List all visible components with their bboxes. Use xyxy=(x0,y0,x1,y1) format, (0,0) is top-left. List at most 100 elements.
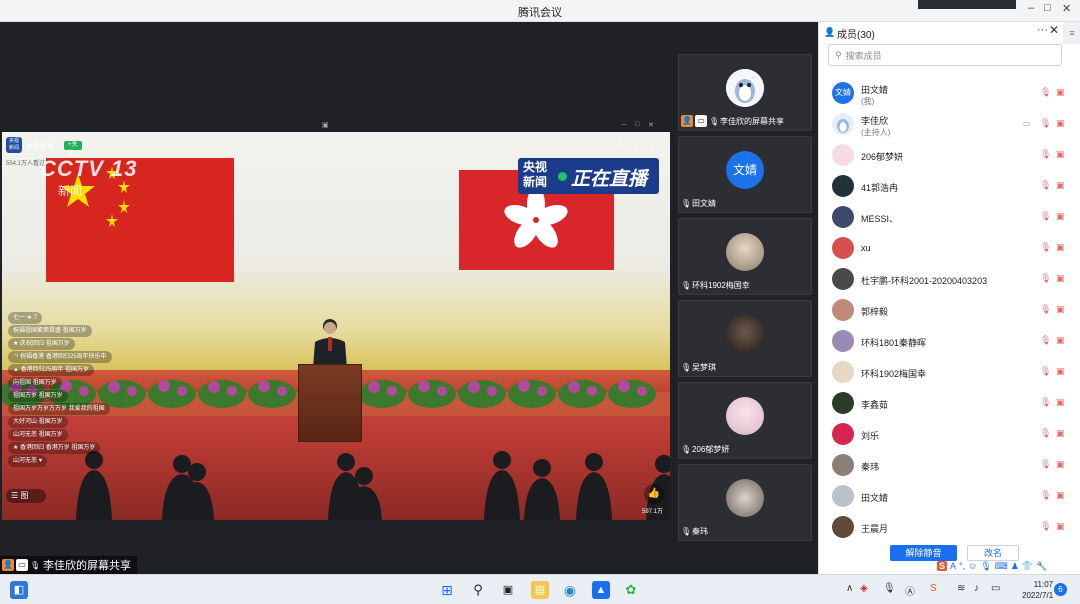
fullscreen-icon[interactable]: ⛶ xyxy=(652,140,658,151)
volume-icon[interactable]: ♪ xyxy=(974,583,979,594)
player-close-icon[interactable]: ✕ xyxy=(648,121,654,129)
camera-off-icon[interactable]: ▣ xyxy=(1056,459,1065,470)
member-row[interactable]: 环科1902梅国幸 🎙 ▣ xyxy=(819,357,1080,387)
player-max-icon[interactable]: □ xyxy=(635,121,639,128)
participant-tile[interactable]: 🎙 秦玮 xyxy=(678,464,812,541)
camera-off-icon[interactable]: ▣ xyxy=(1056,273,1065,284)
participant-tile[interactable]: 🎙 环科1902梅国幸 xyxy=(678,218,812,295)
close-button[interactable]: ✕ xyxy=(1062,2,1071,15)
comment-list-button[interactable]: ☰ 图 xyxy=(6,489,46,503)
camera-off-icon[interactable]: ▣ xyxy=(1056,87,1065,98)
mic-muted-icon[interactable]: 🎙 xyxy=(1040,521,1051,532)
taskview-icon[interactable]: ▣ xyxy=(499,581,517,599)
more-options-button[interactable]: ··· xyxy=(1037,24,1048,36)
member-search-input[interactable]: ⚲ 搜索成员 xyxy=(828,44,1062,66)
mic-muted-icon[interactable]: 🎙 xyxy=(1040,397,1051,408)
volume-icon[interactable]: ♪ xyxy=(634,140,639,150)
maximize-button[interactable]: □ xyxy=(1044,2,1051,14)
member-row[interactable]: 206郁梦妍 🎙 ▣ xyxy=(819,140,1080,170)
mic-muted-icon[interactable]: 🎙 xyxy=(1040,242,1051,253)
battery-icon[interactable]: ▭ xyxy=(991,583,1000,594)
mic-muted-icon[interactable]: 🎙 xyxy=(1040,335,1051,346)
camera-off-icon[interactable]: ▣ xyxy=(1056,428,1065,439)
tray-sogou-icon[interactable]: S xyxy=(930,583,937,594)
minimize-button[interactable]: – xyxy=(1028,2,1034,14)
member-row[interactable]: 郭梓毅 🎙 ▣ xyxy=(819,295,1080,325)
ime-mode-icon[interactable]: A xyxy=(950,561,956,571)
floating-toolbar[interactable] xyxy=(918,0,1016,9)
ime-tools-icon[interactable]: 🔧 xyxy=(1036,561,1047,572)
tray-antivirus-icon[interactable]: ◈ xyxy=(860,583,868,594)
mic-muted-icon[interactable]: 🎙 xyxy=(1040,149,1051,160)
mic-muted-icon[interactable]: 🎙 xyxy=(1040,87,1051,98)
participant-tile[interactable]: 文婧 🎙 田文婧 xyxy=(678,136,812,213)
ime-user-icon[interactable]: ♟ xyxy=(1011,561,1019,572)
notification-badge[interactable]: 6 xyxy=(1054,583,1067,596)
member-row[interactable]: 秦玮 🎙 ▣ xyxy=(819,450,1080,480)
mic-muted-icon[interactable]: 🎙 xyxy=(1040,459,1051,470)
close-panel-button[interactable]: ✕ xyxy=(1049,23,1059,37)
ime-emoji-icon[interactable]: ☺ xyxy=(968,561,977,571)
member-row[interactable]: xu 🎙 ▣ xyxy=(819,233,1080,263)
edge-browser-icon[interactable]: ◉ xyxy=(561,581,579,599)
ime-toolbar[interactable]: S A °, ☺ 🎙 ⌨ ♟ 👕 🔧 xyxy=(937,559,1047,573)
tray-mic-icon[interactable]: 🎙 xyxy=(883,583,896,594)
member-row[interactable]: 田文婧 🎙 ▣ xyxy=(819,481,1080,511)
file-explorer-icon[interactable]: ▤ xyxy=(531,581,549,599)
member-row[interactable]: 李鑫茹 🎙 ▣ xyxy=(819,388,1080,418)
ime-skin-icon[interactable]: 👕 xyxy=(1022,561,1033,572)
clock-time: 11:07 xyxy=(1033,580,1054,589)
ime-punct-icon[interactable]: °, xyxy=(959,561,965,571)
mic-muted-icon[interactable]: 🎙 xyxy=(1040,118,1051,129)
member-row[interactable]: 文婧 田文婧 (我) 🎙 ▣ xyxy=(819,78,1080,108)
search-icon[interactable]: ⚲ xyxy=(469,581,487,599)
camera-off-icon[interactable]: ▣ xyxy=(1056,335,1065,346)
member-row[interactable]: MESSI、 🎙 ▣ xyxy=(819,202,1080,232)
member-row[interactable]: 环科1801秦静晖 🎙 ▣ xyxy=(819,326,1080,356)
sogou-ime-icon[interactable]: S xyxy=(937,561,948,571)
member-row[interactable]: 王晨月 🎙 ▣ xyxy=(819,512,1080,542)
wifi-icon[interactable]: ≋ xyxy=(957,583,965,594)
tray-ime-icon[interactable]: Ⓐ xyxy=(905,583,915,598)
camera-off-icon[interactable]: ▣ xyxy=(1056,521,1065,532)
ime-keyboard-icon[interactable]: ⌨ xyxy=(995,561,1008,572)
participant-tile[interactable]: 👤 ▭ 🎙 李佳欣的屏幕共享 xyxy=(678,54,812,131)
camera-off-icon[interactable]: ▣ xyxy=(1056,242,1065,253)
mic-muted-icon[interactable]: 🎙 xyxy=(1040,366,1051,377)
members-icon: 👤 xyxy=(824,27,836,37)
follow-button[interactable]: +关注 xyxy=(64,141,82,157)
taskbar: ◧ ⊞ ⚲ ▣ ▤ ◉ ▲ ✿ ∧ ◈ 🎙 Ⓐ S ≋ ♪ ▭ 11:07 20… xyxy=(0,574,1080,604)
camera-off-icon[interactable]: ▣ xyxy=(1056,149,1065,160)
mic-muted-icon[interactable]: 🎙 xyxy=(1040,428,1051,439)
camera-off-icon[interactable]: ▣ xyxy=(1056,366,1065,377)
mic-muted-icon[interactable]: 🎙 xyxy=(1040,180,1051,191)
mic-muted-icon[interactable]: 🎙 xyxy=(1040,273,1051,284)
member-row[interactable]: 41郭浩冉 🎙 ▣ xyxy=(819,171,1080,201)
participant-tile[interactable]: 🎙 206郁梦妍 xyxy=(678,382,812,459)
mic-muted-icon[interactable]: 🎙 xyxy=(1040,490,1051,501)
camera-off-icon[interactable]: ▣ xyxy=(1056,304,1065,315)
wechat-icon[interactable]: ✿ xyxy=(622,581,640,599)
camera-off-icon[interactable]: ▣ xyxy=(1056,397,1065,408)
ime-voice-icon[interactable]: 🎙 xyxy=(980,561,991,572)
participant-tile[interactable]: 🎙 吴梦琪 xyxy=(678,300,812,377)
camera-off-icon[interactable]: ▣ xyxy=(1056,490,1065,501)
share-icon[interactable]: ⇗ xyxy=(616,140,624,151)
panel-menu-icon[interactable]: ≡ xyxy=(1063,22,1080,44)
task-view-icon[interactable]: ◧ xyxy=(10,581,28,599)
member-row[interactable]: 杜宇鹏-环科2001-20200403203 🎙 ▣ xyxy=(819,264,1080,294)
live-video-player[interactable]: CCTV 13 新闻 央视 新闻 正在直播 央视 新闻 央视新闻 +关注 554… xyxy=(2,132,670,520)
player-min-icon[interactable]: – xyxy=(622,121,626,128)
tray-expand-icon[interactable]: ∧ xyxy=(846,583,853,594)
member-row[interactable]: 李佳欣 (主持人) ▭ 🎙 ▣ xyxy=(819,109,1080,139)
camera-off-icon[interactable]: ▣ xyxy=(1056,180,1065,191)
mic-muted-icon[interactable]: 🎙 xyxy=(1040,211,1051,222)
member-row[interactable]: 刘乐 🎙 ▣ xyxy=(819,419,1080,449)
tencent-meeting-icon[interactable]: ▲ xyxy=(592,581,610,599)
start-icon[interactable]: ⊞ xyxy=(438,581,456,599)
camera-off-icon[interactable]: ▣ xyxy=(1056,118,1065,129)
mic-muted-icon[interactable]: 🎙 xyxy=(1040,304,1051,315)
like-button[interactable]: 👍 xyxy=(644,484,664,504)
system-clock[interactable]: 11:07 2022/7/1 xyxy=(1022,579,1053,601)
camera-off-icon[interactable]: ▣ xyxy=(1056,211,1065,222)
